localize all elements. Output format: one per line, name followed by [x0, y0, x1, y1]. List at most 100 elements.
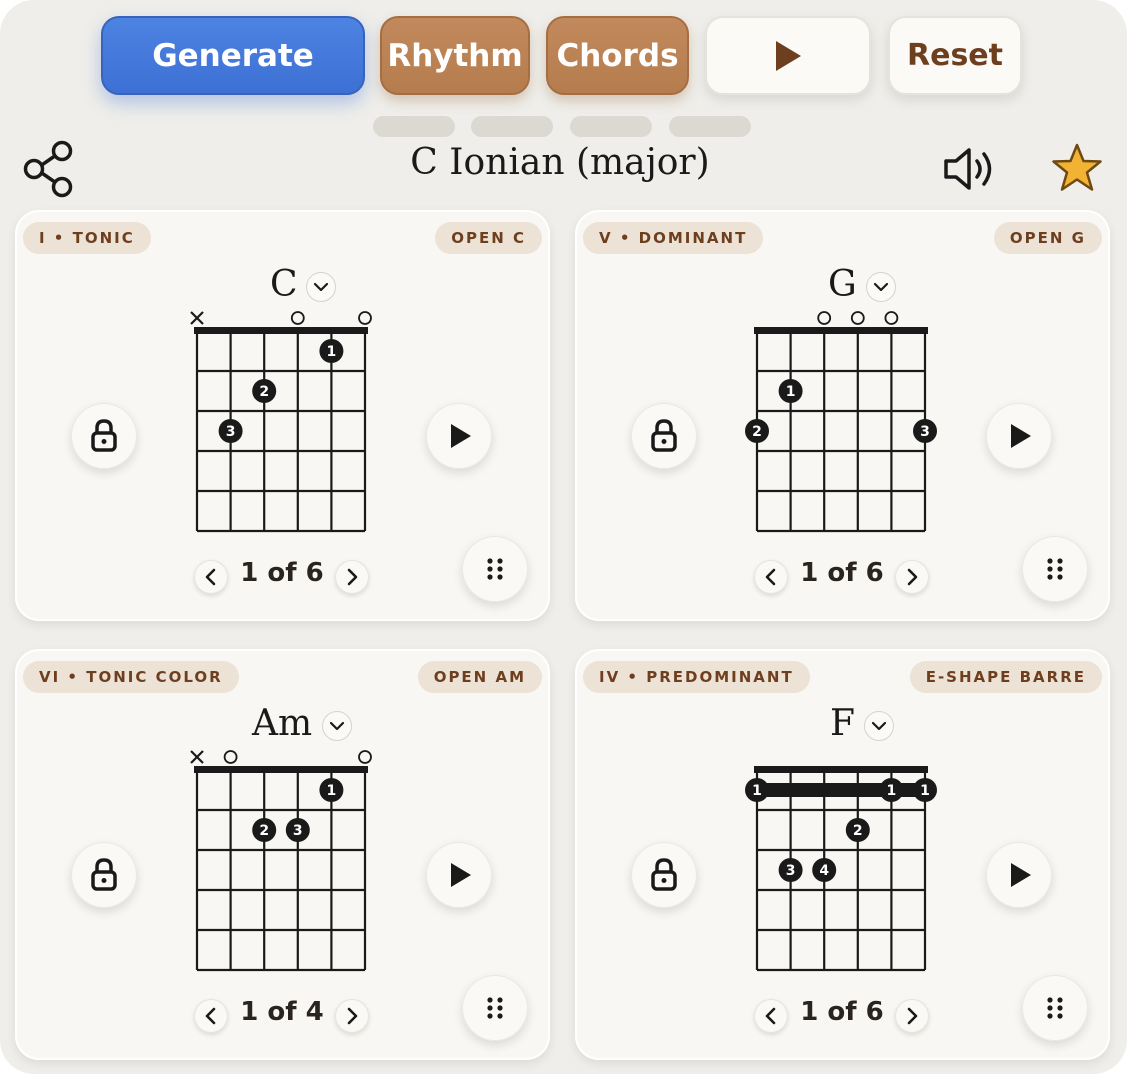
chord-dropdown[interactable]: [866, 272, 896, 302]
lock-icon: [91, 419, 117, 452]
reset-button[interactable]: Reset: [888, 16, 1022, 95]
chevron-left-icon: [765, 568, 776, 586]
chord-dropdown[interactable]: [864, 711, 894, 741]
open-string-marker: [358, 311, 372, 325]
drag-handle-icon: [1047, 558, 1063, 580]
svg-text:3: 3: [920, 424, 930, 440]
chevron-right-icon: [347, 1007, 358, 1025]
open-string-marker: [850, 311, 865, 325]
rhythm-button[interactable]: Rhythm: [380, 16, 530, 95]
svg-text:1: 1: [887, 783, 897, 799]
finger-dot: 1: [913, 778, 937, 802]
next-voicing-button[interactable]: [335, 560, 369, 594]
svg-text:2: 2: [752, 424, 762, 440]
lock-button[interactable]: [71, 842, 137, 908]
open-string-marker: [358, 750, 372, 764]
nut: [194, 766, 368, 773]
chevron-left-icon: [205, 568, 216, 586]
drag-handle-button[interactable]: [462, 975, 528, 1041]
svg-text:4: 4: [819, 863, 829, 879]
function-badge: V • DOMINANT: [583, 222, 764, 254]
lock-icon: [651, 419, 677, 452]
drag-handle-button[interactable]: [1022, 975, 1088, 1041]
function-badge: VI • TONIC COLOR: [23, 661, 239, 693]
svg-text:1: 1: [327, 783, 337, 799]
voicing-pager-text: 1 of 4: [240, 997, 324, 1027]
nut: [194, 327, 368, 334]
lock-icon: [91, 858, 117, 891]
next-voicing-button[interactable]: [895, 999, 929, 1033]
voicing-pager-text: 1 of 6: [800, 997, 884, 1027]
share-icon[interactable]: [22, 140, 76, 198]
chevron-down-icon: [873, 282, 889, 292]
svg-text:3: 3: [293, 823, 303, 839]
finger-dot: 2: [252, 379, 277, 403]
chord-name: F: [830, 703, 855, 744]
function-badge: IV • PREDOMINANT: [583, 661, 810, 693]
play-chord-button[interactable]: [426, 403, 492, 469]
voicing-pager-text: 1 of 6: [800, 558, 884, 588]
chord-card: IV • PREDOMINANT E-SHAPE BARRE F 1 of 6 1 1 1 2…: [575, 649, 1110, 1060]
play-icon: [451, 863, 471, 887]
chord-dropdown[interactable]: [322, 711, 352, 741]
voicing-badge: OPEN G: [993, 222, 1102, 254]
voicing-badge: OPEN C: [435, 222, 542, 254]
finger-dot: 2: [252, 818, 277, 842]
drag-handle-button[interactable]: [1022, 536, 1088, 602]
chord-dropdown[interactable]: [306, 272, 336, 302]
svg-text:3: 3: [786, 863, 796, 879]
svg-text:1: 1: [786, 384, 796, 400]
prev-voicing-button[interactable]: [194, 999, 228, 1033]
chord-card: I • TONIC OPEN C C 1 of 6 1 2 3: [15, 210, 550, 621]
svg-text:1: 1: [327, 344, 337, 360]
chord-diagram: 1 1 1 2 3 4: [745, 766, 937, 972]
generate-button[interactable]: Generate: [101, 16, 365, 95]
chords-button[interactable]: Chords: [546, 16, 689, 95]
finger-dot: 3: [913, 419, 937, 443]
play-icon: [1011, 863, 1031, 887]
lock-button[interactable]: [631, 842, 697, 908]
voicing-badge: E-SHAPE BARRE: [909, 661, 1102, 693]
progress-pill: [669, 116, 751, 137]
nut: [754, 327, 928, 334]
svg-text:2: 2: [853, 823, 863, 839]
finger-dot: 4: [812, 858, 837, 882]
chevron-down-icon: [871, 721, 887, 731]
play-all-button[interactable]: [705, 16, 871, 95]
app-window: Generate Rhythm Chords Reset C Ionian (m…: [0, 0, 1127, 1074]
nut: [754, 766, 928, 773]
chord-name: C: [270, 264, 298, 305]
chord-name: G: [828, 264, 857, 305]
chevron-right-icon: [907, 1007, 918, 1025]
prev-voicing-button[interactable]: [754, 999, 788, 1033]
finger-dot: 3: [218, 419, 243, 443]
lock-icon: [651, 858, 677, 891]
chord-diagram: 1 2 3: [745, 311, 937, 533]
prev-voicing-button[interactable]: [194, 560, 228, 594]
function-badge: I • TONIC: [23, 222, 151, 254]
next-voicing-button[interactable]: [335, 999, 369, 1033]
play-chord-button[interactable]: [426, 842, 492, 908]
play-chord-button[interactable]: [986, 403, 1052, 469]
svg-text:1: 1: [752, 783, 762, 799]
finger-dot: 2: [745, 419, 769, 443]
drag-handle-icon: [1047, 997, 1063, 1019]
drag-handle-button[interactable]: [462, 536, 528, 602]
progress-pill: [570, 116, 652, 137]
chord-card: V • DOMINANT OPEN G G 1 of 6 1 2 3: [575, 210, 1110, 621]
play-icon: [776, 40, 801, 71]
next-voicing-button[interactable]: [895, 560, 929, 594]
speaker-icon[interactable]: [942, 146, 1000, 192]
star-icon[interactable]: [1050, 142, 1104, 194]
svg-text:3: 3: [226, 424, 236, 440]
chevron-left-icon: [765, 1007, 776, 1025]
finger-dot: 3: [285, 818, 310, 842]
prev-voicing-button[interactable]: [754, 560, 788, 594]
open-string-marker: [223, 750, 238, 764]
open-string-marker: [884, 311, 899, 325]
lock-button[interactable]: [71, 403, 137, 469]
lock-button[interactable]: [631, 403, 697, 469]
play-chord-button[interactable]: [986, 842, 1052, 908]
drag-handle-icon: [487, 558, 503, 580]
finger-dot: 1: [319, 339, 344, 363]
